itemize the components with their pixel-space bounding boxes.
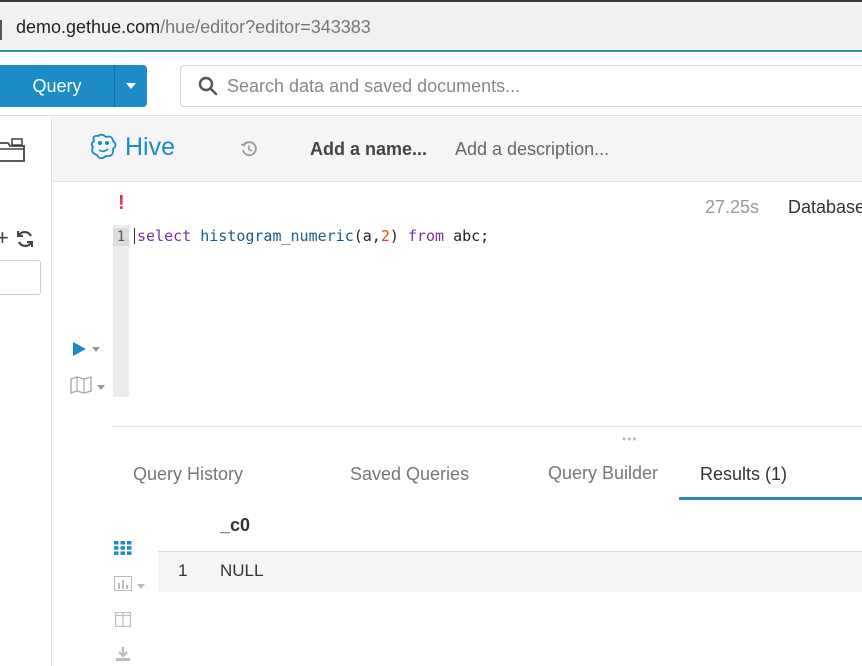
global-search[interactable] (180, 65, 862, 107)
line-number: 1 (113, 228, 129, 246)
text-cursor (134, 228, 135, 244)
chevron-down-icon (97, 385, 105, 390)
code-table: abc; (444, 227, 490, 245)
explain-button[interactable] (70, 376, 105, 399)
database-selector[interactable]: Database (788, 197, 862, 218)
url-path: /hue/editor?editor=343383 (160, 17, 371, 37)
tab-query-builder[interactable]: Query Builder (548, 463, 658, 484)
editor-gutter (113, 225, 129, 397)
query-name-field[interactable]: Add a name... (310, 139, 427, 160)
assist-filter-input[interactable] (0, 260, 41, 295)
top-bar: Query (0, 52, 862, 116)
query-description-field[interactable]: Add a description... (455, 139, 609, 160)
chart-icon (114, 576, 132, 596)
plus-icon[interactable]: + (0, 227, 9, 249)
hive-logo-icon (88, 131, 120, 168)
grid-icon[interactable] (114, 541, 132, 560)
editor-header: Hive Add a name... Add a description... (53, 117, 862, 182)
query-button[interactable]: Query (0, 65, 114, 107)
code-args-open: (a, (353, 227, 381, 245)
chevron-down-icon (92, 346, 100, 352)
code-editor[interactable]: select histogram_numeric(a,2) from abc; (134, 227, 489, 245)
left-assist-panel: + (0, 117, 52, 666)
tab-results[interactable]: Results (1) (700, 464, 787, 485)
url-text[interactable]: demo.gethue.com/hue/editor?editor=343383 (16, 17, 371, 38)
folder-icon[interactable] (0, 137, 26, 168)
code-number: 2 (380, 227, 390, 245)
chart-button[interactable] (114, 576, 145, 596)
chevron-down-icon (126, 83, 136, 89)
download-icon[interactable] (115, 646, 131, 666)
engine-title: Hive (125, 133, 176, 161)
table-row (158, 552, 862, 592)
result-cell[interactable]: NULL (220, 561, 263, 581)
resize-handle[interactable]: ••• (622, 432, 638, 446)
code-keyword: from (407, 227, 445, 245)
url-host: demo.gethue.com (16, 17, 161, 37)
editor-divider (112, 426, 862, 427)
tab-query-history[interactable]: Query History (133, 464, 243, 485)
result-column-header[interactable]: _c0 (220, 515, 250, 536)
columns-icon[interactable] (114, 611, 132, 632)
tab-saved-queries[interactable]: Saved Queries (350, 464, 469, 485)
active-tab-indicator (679, 497, 862, 500)
map-icon (70, 376, 92, 399)
execution-duration: 27.25s (705, 197, 760, 217)
row-index: 1 (178, 561, 188, 580)
play-icon (73, 342, 86, 356)
code-args-close: ) (389, 227, 408, 245)
error-indicator[interactable]: ! (118, 192, 125, 215)
history-icon[interactable] (240, 140, 258, 163)
query-dropdown-button[interactable] (114, 65, 147, 107)
code-keyword: select (137, 227, 192, 245)
execute-button[interactable] (73, 342, 100, 356)
refresh-icon[interactable] (15, 229, 35, 254)
chevron-down-icon (137, 583, 145, 589)
code-function: histogram_numeric (200, 227, 354, 245)
url-bar-edge (0, 20, 2, 40)
browser-url-bar[interactable]: demo.gethue.com/hue/editor?editor=343383 (0, 0, 862, 52)
search-icon (198, 76, 218, 101)
search-input[interactable] (227, 72, 862, 100)
